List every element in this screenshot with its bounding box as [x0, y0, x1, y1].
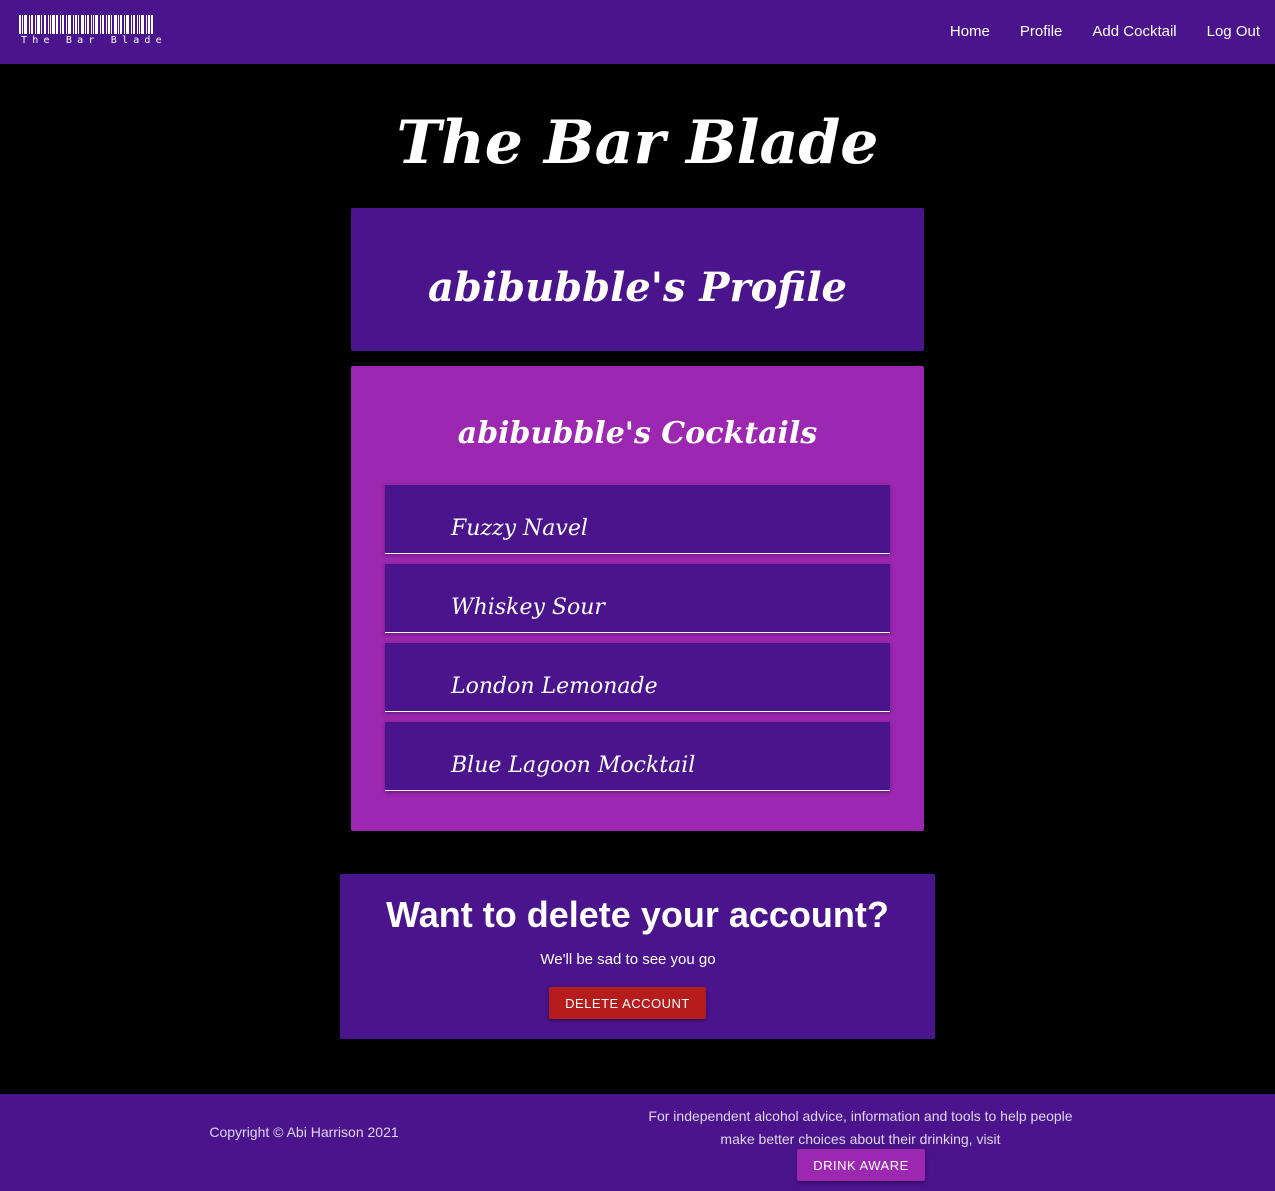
cocktail-name: London Lemonade — [451, 674, 658, 699]
cocktail-item-whiskey-sour[interactable]: Whiskey Sour — [385, 564, 890, 633]
nav-link-add-cocktail[interactable]: Add Cocktail — [1077, 0, 1191, 64]
cocktail-item-blue-lagoon-mocktail[interactable]: Blue Lagoon Mocktail — [385, 722, 890, 791]
delete-account-button[interactable]: Delete Account — [549, 987, 706, 1019]
delete-account-subtext: We'll be sad to see you go — [540, 951, 716, 968]
cocktails-heading: abibubble's Cocktails — [457, 416, 818, 451]
navbar: The Bar Blade Home Profile Add Cocktail … — [0, 0, 1275, 64]
profile-heading: abibubble's Profile — [428, 264, 847, 311]
brand-logo-link[interactable]: The Bar Blade — [19, 15, 162, 47]
cocktail-name: Whiskey Sour — [451, 595, 605, 620]
delete-account-card: Want to delete your account? We'll be sa… — [340, 874, 935, 1039]
nav-link-profile[interactable]: Profile — [1005, 0, 1078, 64]
brand-text: The Bar Blade — [21, 35, 167, 46]
barcode-icon — [19, 15, 153, 34]
cocktail-item-fuzzy-navel[interactable]: Fuzzy Navel — [385, 485, 890, 554]
cocktail-item-london-lemonade[interactable]: London Lemonade — [385, 643, 890, 712]
drink-aware-button[interactable]: Drink Aware — [797, 1149, 925, 1181]
cocktail-name: Fuzzy Navel — [451, 516, 588, 541]
cocktail-name: Blue Lagoon Mocktail — [451, 753, 696, 778]
nav-link-home[interactable]: Home — [935, 0, 1005, 64]
delete-account-heading: Want to delete your account? — [386, 894, 889, 935]
alcohol-advice-text: For independent alcohol advice, informat… — [648, 1108, 1073, 1147]
copyright-text: Copyright © Abi Harrison 2021 — [209, 1124, 399, 1140]
profile-card: abibubble's Profile — [351, 208, 924, 351]
cocktails-card: abibubble's Cocktails Fuzzy Navel Whiske… — [351, 366, 924, 831]
nav-link-log-out[interactable]: Log Out — [1192, 0, 1275, 64]
site-title: The Bar Blade — [396, 108, 879, 178]
cocktail-list: Fuzzy Navel Whiskey Sour London Lemonade… — [385, 485, 890, 801]
footer: Copyright © Abi Harrison 2021 For indepe… — [0, 1094, 1275, 1191]
nav-links: Home Profile Add Cocktail Log Out — [935, 0, 1275, 64]
